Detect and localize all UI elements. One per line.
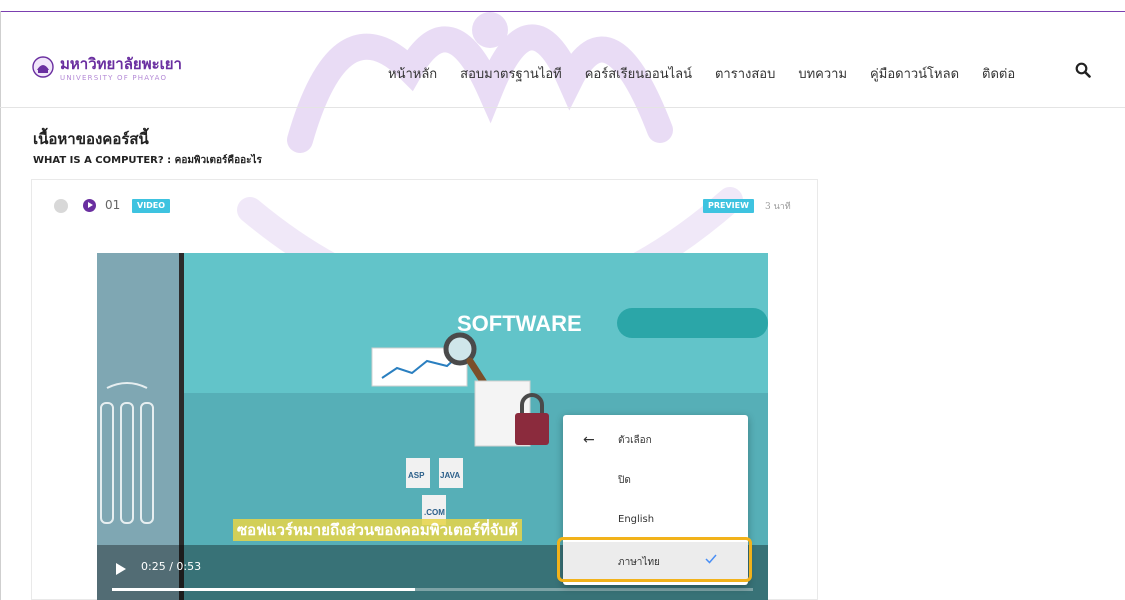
- caption-option-off[interactable]: ปิด: [563, 460, 748, 500]
- logo-english-name: UNIVERSITY OF PHAYAO: [60, 74, 168, 82]
- page: มหาวิทยาลัยพะเยา UNIVERSITY OF PHAYAO หน…: [0, 0, 1125, 600]
- complete-check-icon[interactable]: [54, 199, 68, 213]
- video-badge: VIDEO: [132, 199, 171, 213]
- nav-it-standard-exam[interactable]: สอบมาตรฐานไอที: [460, 63, 562, 84]
- site-logo[interactable]: มหาวิทยาลัยพะเยา UNIVERSITY OF PHAYAO: [32, 56, 202, 90]
- caption-option-label: English: [618, 514, 655, 525]
- nav-contact[interactable]: ติดต่อ: [982, 63, 1015, 84]
- video-progress-fill: [112, 588, 415, 591]
- play-circle-icon: [83, 199, 96, 212]
- preview-badge[interactable]: PREVIEW: [703, 199, 754, 213]
- nav-exam-schedule[interactable]: ตารางสอบ: [715, 63, 775, 84]
- caption-option-label: ปิด: [618, 475, 631, 486]
- lesson-duration: 3 นาที: [765, 202, 791, 212]
- nav-home[interactable]: หน้าหลัก: [388, 63, 437, 84]
- nav-online-courses[interactable]: คอร์สเรียนออนไลน์: [585, 63, 692, 84]
- caption-option-thai[interactable]: ภาษาไทย: [563, 542, 748, 582]
- scene-title: SOFTWARE: [457, 311, 582, 336]
- nav-download-manual[interactable]: คู่มือดาวน์โหลด: [870, 63, 959, 84]
- caption-option-english[interactable]: English: [563, 501, 748, 541]
- file-label-com: .COM: [424, 508, 445, 517]
- logo-thai-name: มหาวิทยาลัยพะเยา: [60, 55, 182, 73]
- lesson-number: 01: [105, 198, 121, 212]
- main-nav: หน้าหลัก สอบมาตรฐานไอที คอร์สเรียนออนไลน…: [388, 63, 1038, 84]
- site-header: มหาวิทยาลัยพะเยา UNIVERSITY OF PHAYAO หน…: [0, 12, 1125, 108]
- back-arrow-icon[interactable]: ←: [583, 432, 595, 448]
- university-emblem-icon: [32, 56, 54, 78]
- search-icon[interactable]: [1075, 62, 1091, 78]
- lesson-heading: WHAT IS A COMPUTER? : คอมพิวเตอร์คืออะไร: [33, 155, 262, 166]
- checkmark-icon: [705, 554, 717, 564]
- caption-option-label: ภาษาไทย: [618, 557, 660, 568]
- file-label-asp: ASP: [408, 471, 425, 480]
- video-time: 0:25 / 0:53: [141, 560, 202, 573]
- video-progress-bar[interactable]: [112, 588, 753, 591]
- play-icon[interactable]: [115, 563, 127, 575]
- menu-header: ตัวเลือก: [618, 435, 652, 446]
- video-subtitle: ซอฟแวร์หมายถึงส่วนของคอมพิวเตอร์ที่จับต้: [233, 519, 522, 541]
- caption-settings-menu: ← ตัวเลือก ปิด English ภาษาไทย: [563, 415, 748, 585]
- nav-articles[interactable]: บทความ: [798, 63, 847, 84]
- course-content-title: เนื้อหาของคอร์สนี้: [33, 130, 149, 148]
- file-label-java: JAVA: [440, 471, 460, 480]
